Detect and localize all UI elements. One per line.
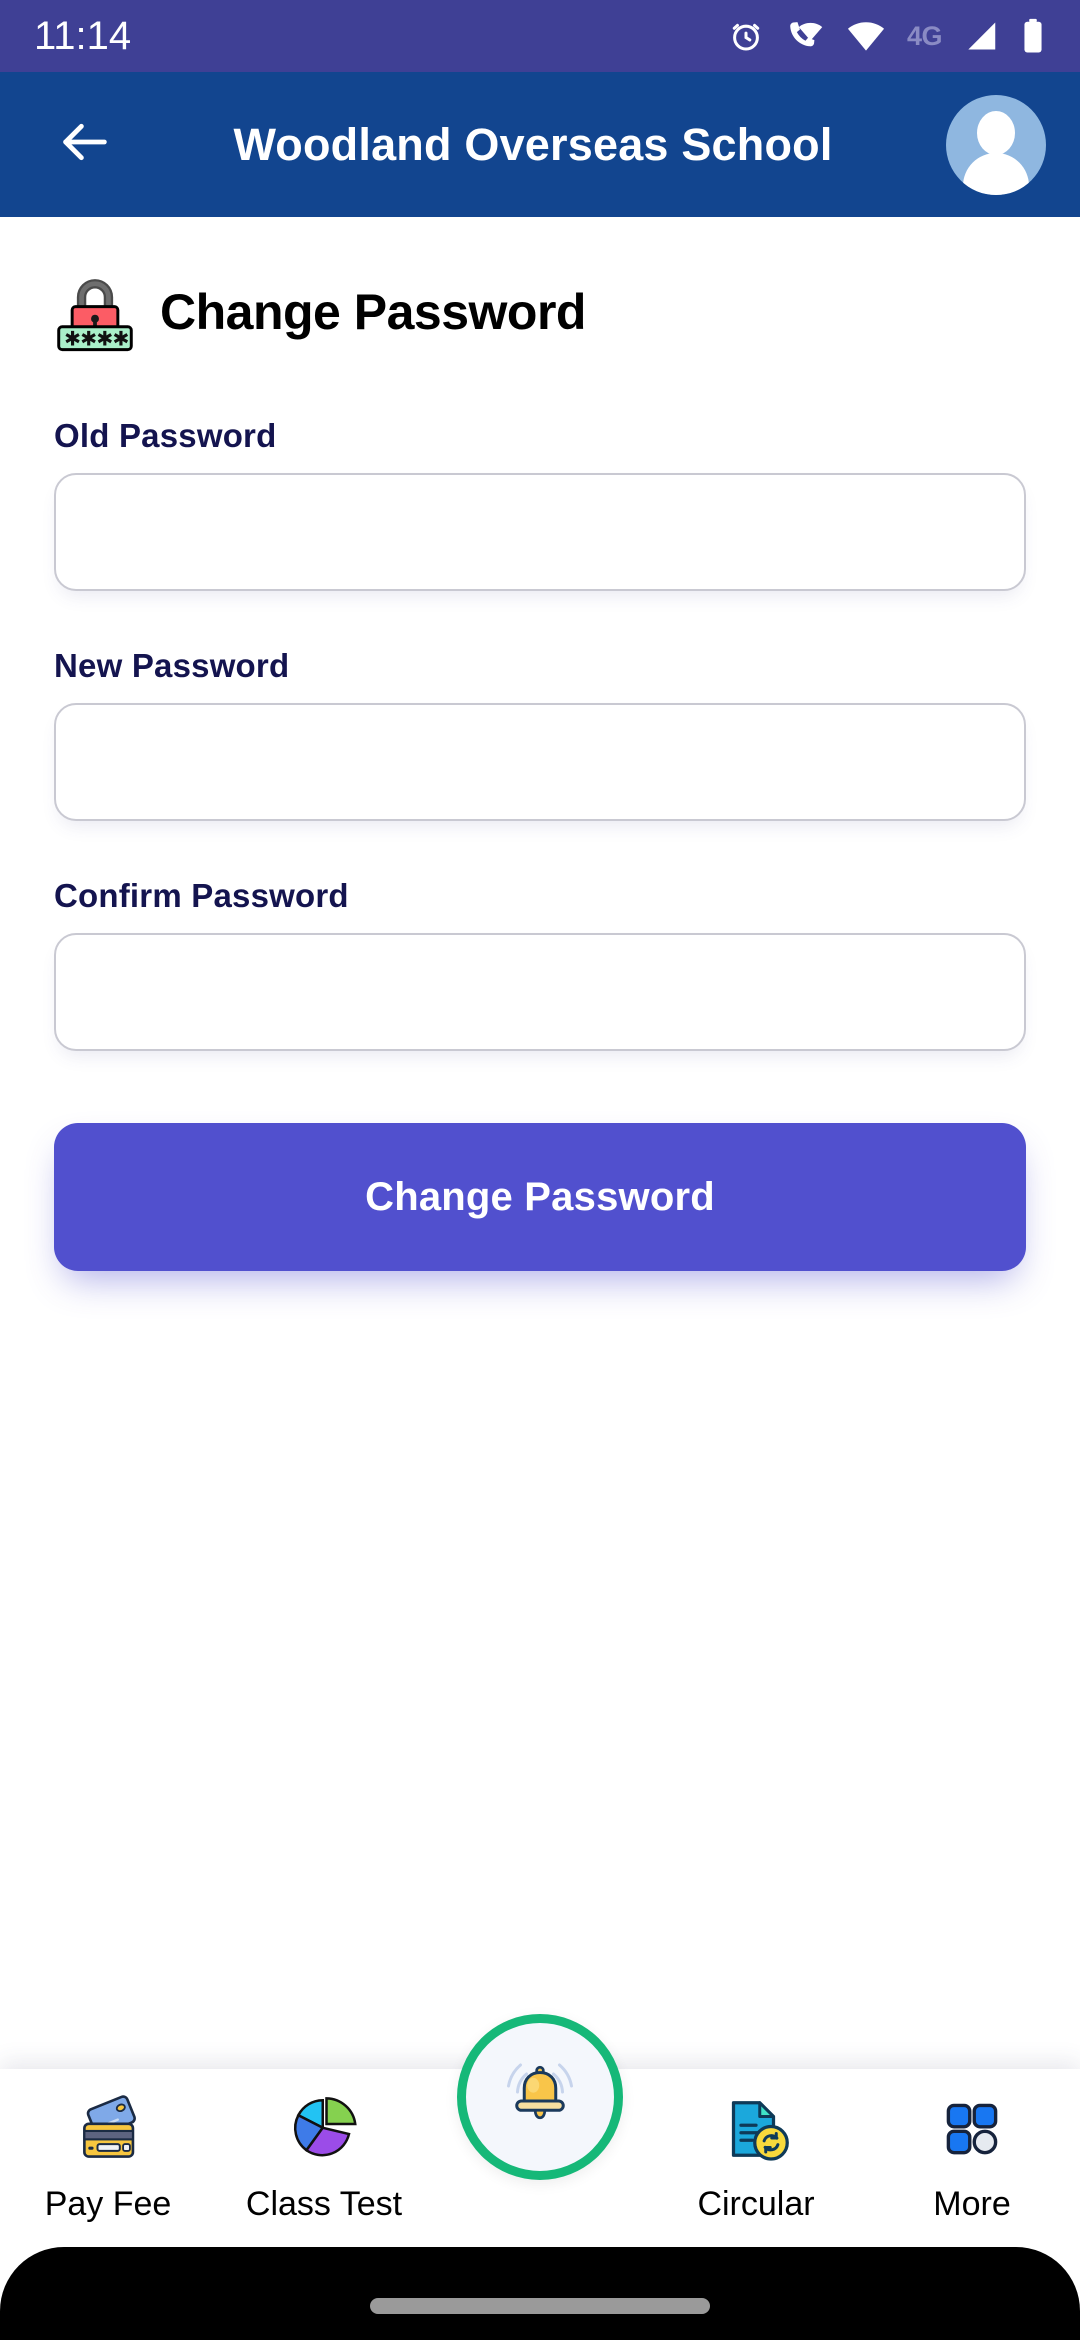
screen-corner-left xyxy=(0,2247,64,2311)
old-password-label: Old Password xyxy=(54,417,277,454)
alarm-clock-icon xyxy=(727,17,765,55)
notification-bell-icon xyxy=(492,2047,588,2148)
home-gesture-handle[interactable] xyxy=(370,2298,710,2314)
new-password-input[interactable] xyxy=(54,703,1026,821)
page-title: Change Password xyxy=(160,284,586,340)
field-group-confirm-password: Confirm Password xyxy=(54,877,1026,1051)
old-password-input[interactable] xyxy=(54,473,1026,591)
document-refresh-icon xyxy=(710,2083,802,2175)
wifi-icon xyxy=(845,17,887,55)
user-avatar-icon xyxy=(977,110,1015,155)
nav-item-circular[interactable]: Circular xyxy=(648,2069,864,2247)
app-bar-title: Woodland Overseas School xyxy=(233,118,833,170)
change-password-submit-button[interactable]: Change Password xyxy=(54,1123,1026,1271)
status-bar-clock: 11:14 xyxy=(34,13,132,58)
phone-screen: 11:14 4G Woodland Overseas School ✱ ✱ ✱ … xyxy=(0,0,1080,2340)
arrow-left-icon xyxy=(56,113,114,176)
gesture-navigation-bar xyxy=(0,2247,1080,2340)
nav-label-class-test: Class Test xyxy=(245,2185,403,2223)
svg-text:✱: ✱ xyxy=(64,327,81,351)
grid-apps-icon xyxy=(926,2083,1018,2175)
svg-text:✱: ✱ xyxy=(112,327,129,351)
locked-with-key-password-emoji: ✱ ✱ ✱ ✱ xyxy=(52,269,138,355)
field-group-new-password: New Password xyxy=(54,647,1026,821)
status-bar-icons: 4G xyxy=(727,17,1046,55)
status-bar: 11:14 4G xyxy=(0,0,1080,72)
nav-label-circular: Circular xyxy=(697,2185,815,2223)
screen-corner-right xyxy=(1016,2247,1080,2311)
confirm-password-label: Confirm Password xyxy=(54,877,349,914)
notification-fab-button[interactable] xyxy=(457,2014,623,2180)
nav-item-pay-fee[interactable]: Pay Fee xyxy=(0,2069,216,2247)
confirm-password-input[interactable] xyxy=(54,933,1026,1051)
battery-icon xyxy=(1020,17,1046,55)
nav-label-pay-fee: Pay Fee xyxy=(44,2185,172,2223)
bottom-navigation: Pay Fee Class Test Circular More xyxy=(0,2014,1080,2247)
nav-label-more: More xyxy=(933,2185,1011,2223)
app-bar: Woodland Overseas School xyxy=(0,72,1080,217)
main-content: ✱ ✱ ✱ ✱ Change Password Old Password New P… xyxy=(0,217,1080,2017)
field-group-old-password: Old Password xyxy=(54,417,1026,591)
new-password-label: New Password xyxy=(54,647,290,684)
credit-cards-icon xyxy=(62,2083,154,2175)
svg-text:✱: ✱ xyxy=(96,327,113,351)
change-password-form: Old Password New Password Confirm Passwo… xyxy=(54,417,1026,1271)
network-4g-label: 4G xyxy=(906,20,943,51)
avatar[interactable] xyxy=(946,94,1046,195)
pie-chart-icon xyxy=(278,2083,370,2175)
signal-bars-icon xyxy=(962,17,1000,55)
page-header: ✱ ✱ ✱ ✱ Change Password xyxy=(52,269,1080,355)
nav-item-class-test[interactable]: Class Test xyxy=(216,2069,432,2247)
nav-item-more[interactable]: More xyxy=(864,2069,1080,2247)
svg-text:✱: ✱ xyxy=(80,327,97,351)
vowifi-call-icon xyxy=(785,17,825,55)
